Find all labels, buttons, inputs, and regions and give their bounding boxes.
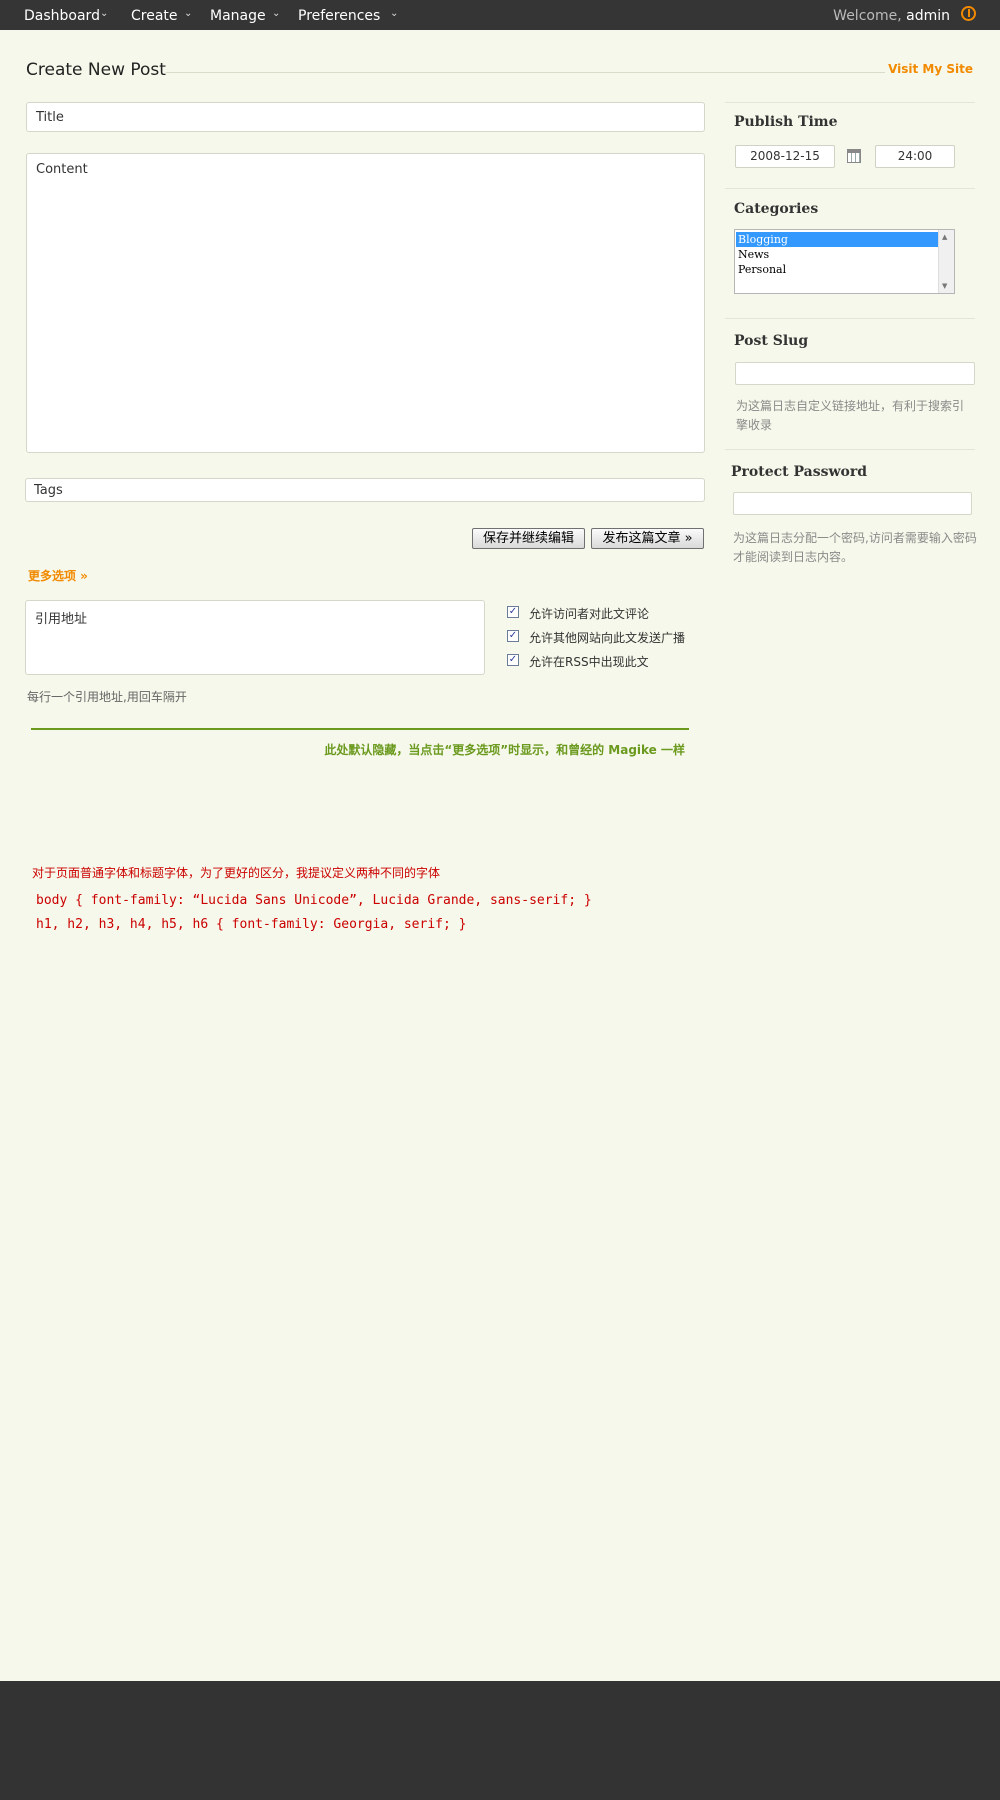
more-options-divider bbox=[31, 728, 689, 730]
content-textarea[interactable]: Content bbox=[26, 153, 705, 453]
code-line-heading-font: h1, h2, h3, h4, h5, h6 { font-family: Ge… bbox=[36, 917, 467, 932]
calendar-icon[interactable] bbox=[847, 149, 861, 163]
code-line-body-font: body { font-family: “Lucida Sans Unicode… bbox=[36, 893, 592, 908]
scroll-up-arrow-icon[interactable]: ▲ bbox=[942, 233, 947, 241]
sidebar-divider bbox=[725, 449, 975, 450]
sidebar-divider bbox=[725, 188, 975, 189]
trackback-hint: 每行一个引用地址,用回车隔开 bbox=[27, 690, 187, 704]
logout-power-icon[interactable] bbox=[961, 6, 976, 21]
publish-date-input[interactable]: 2008-12-15 bbox=[735, 145, 835, 168]
chevron-down-icon: ⌄ bbox=[184, 8, 193, 19]
page-title: Create New Post bbox=[26, 60, 166, 80]
title-divider bbox=[166, 72, 885, 73]
sidebar-divider bbox=[725, 318, 975, 319]
trackback-placeholder: 引用地址 bbox=[35, 612, 88, 627]
content-placeholder: Content bbox=[36, 162, 88, 177]
scroll-down-arrow-icon[interactable]: ▼ bbox=[942, 282, 947, 290]
welcome-text: Welcome, admin bbox=[833, 0, 950, 30]
category-option-news[interactable]: News bbox=[736, 247, 939, 262]
sidebar-divider bbox=[725, 102, 975, 103]
checkbox-checked-icon[interactable]: ✓ bbox=[507, 630, 519, 642]
nav-manage[interactable]: Manage ⌄ bbox=[210, 0, 280, 30]
publish-button[interactable]: 发布这篇文章 » bbox=[591, 528, 704, 549]
chevron-down-icon: ⌄ bbox=[100, 8, 109, 19]
checkbox-checked-icon[interactable]: ✓ bbox=[507, 606, 519, 618]
categories-heading: Categories bbox=[734, 201, 819, 217]
post-slug-input[interactable] bbox=[735, 362, 975, 385]
nav-create-label: Create bbox=[131, 8, 178, 24]
post-slug-hint: 为这篇日志自定义链接地址，有利于搜索引擎收录 bbox=[736, 399, 965, 432]
more-options-link[interactable]: 更多选项 » bbox=[28, 567, 88, 584]
welcome-prefix: Welcome, bbox=[833, 8, 902, 24]
publish-time-input[interactable]: 24:00 bbox=[875, 145, 955, 168]
top-nav-bar: Dashboard ⌄ Create ⌄ Manage ⌄ Preference… bbox=[0, 0, 1000, 30]
title-placeholder: Title bbox=[36, 110, 64, 125]
protect-password-input[interactable] bbox=[733, 492, 972, 515]
nav-preferences[interactable]: Preferences ⌄ bbox=[298, 0, 398, 30]
allow-comments-label: 允许访问者对此文评论 bbox=[529, 607, 650, 621]
category-option-personal[interactable]: Personal bbox=[736, 262, 939, 277]
allow-rss-label: 允许在RSS中出现此文 bbox=[529, 655, 649, 669]
tags-placeholder: Tags bbox=[34, 483, 63, 498]
username[interactable]: admin bbox=[906, 8, 950, 24]
nav-preferences-label: Preferences bbox=[298, 8, 381, 24]
categories-scrollbar[interactable]: ▲ ▼ bbox=[938, 230, 954, 293]
nav-dashboard-label: Dashboard bbox=[24, 8, 100, 24]
nav-manage-label: Manage bbox=[210, 8, 266, 24]
chevron-down-icon: ⌄ bbox=[390, 8, 399, 19]
save-continue-button[interactable]: 保存并继续编辑 bbox=[472, 528, 585, 549]
font-suggestion-note: 对于页面普通字体和标题字体，为了更好的区分，我提议定义两种不同的字体 bbox=[32, 866, 441, 880]
page-footer bbox=[0, 1681, 1000, 1800]
category-option-blogging[interactable]: Blogging bbox=[736, 232, 939, 247]
chevron-down-icon: ⌄ bbox=[272, 8, 281, 19]
visit-my-site-link[interactable]: Visit My Site bbox=[888, 62, 973, 76]
nav-dashboard[interactable]: Dashboard ⌄ bbox=[24, 0, 108, 30]
categories-select[interactable]: Blogging News Personal ▲ ▼ bbox=[734, 229, 955, 294]
allow-pings-label: 允许其他网站向此文发送广播 bbox=[529, 631, 686, 645]
title-input[interactable]: Title bbox=[26, 102, 705, 132]
checkbox-checked-icon[interactable]: ✓ bbox=[507, 654, 519, 666]
nav-create[interactable]: Create ⌄ bbox=[131, 0, 192, 30]
protect-password-hint: 为这篇日志分配一个密码,访问者需要输入密码才能阅读到日志内容。 bbox=[733, 531, 977, 564]
publish-time-heading: Publish Time bbox=[734, 114, 838, 130]
protect-password-heading: Protect Password bbox=[731, 464, 868, 480]
tags-input[interactable]: Tags bbox=[25, 478, 705, 502]
trackback-textarea[interactable]: 引用地址 bbox=[25, 600, 485, 675]
post-slug-heading: Post Slug bbox=[734, 333, 809, 349]
hidden-section-note: 此处默认隐藏，当点击“更多选项”时显示，和曾经的 Magike 一样 bbox=[324, 743, 685, 757]
